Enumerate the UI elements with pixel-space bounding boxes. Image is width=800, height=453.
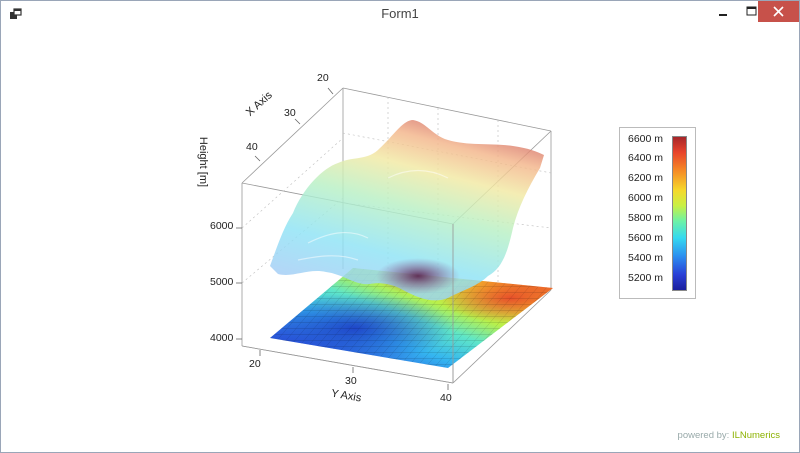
y-tick-label: 40: [440, 392, 452, 404]
minimize-icon: [718, 13, 727, 16]
legend-label: 6200 m: [628, 172, 664, 184]
y-tick-label: 20: [249, 358, 261, 370]
colorbar-gradient: [672, 136, 687, 291]
app-window: Form1 20 30 40 X Axis 6000 5000 4000 Hei…: [0, 0, 800, 453]
legend-label: 5800 m: [628, 212, 664, 224]
z-tick-label: 6000: [210, 220, 234, 232]
close-button[interactable]: [758, 1, 799, 22]
x-tick-label: 20: [317, 72, 329, 84]
legend-label: 6600 m: [628, 133, 664, 145]
z-axis-title: Height [m]: [197, 136, 210, 188]
minimize-button[interactable]: [708, 1, 737, 22]
legend-label: 6400 m: [628, 152, 664, 164]
brand-link[interactable]: ILNumerics: [732, 430, 780, 441]
colorbar-legend[interactable]: 6600 m 6400 m 6200 m 6000 m 5800 m 5600 …: [619, 127, 696, 299]
x-tick-label: 30: [284, 107, 296, 119]
legend-label: 6000 m: [628, 192, 664, 204]
height-surface: [270, 120, 544, 301]
maximize-icon: [746, 6, 757, 16]
plot-canvas[interactable]: 20 30 40 X Axis 6000 5000 4000 Height [m…: [8, 28, 792, 446]
legend-label: 5600 m: [628, 232, 664, 244]
z-tick-label: 4000: [210, 332, 234, 344]
legend-label: 5200 m: [628, 272, 664, 284]
title-bar[interactable]: Form1: [1, 1, 799, 28]
x-tick-label: 40: [246, 141, 258, 153]
close-icon: [773, 6, 784, 17]
window-title: Form1: [381, 6, 419, 21]
powered-by-text: powered by:: [677, 430, 730, 441]
legend-label: 5400 m: [628, 252, 664, 264]
powered-by-footer[interactable]: powered by: ILNumerics: [678, 430, 780, 441]
z-tick-label: 5000: [210, 276, 234, 288]
y-tick-label: 30: [345, 375, 357, 387]
